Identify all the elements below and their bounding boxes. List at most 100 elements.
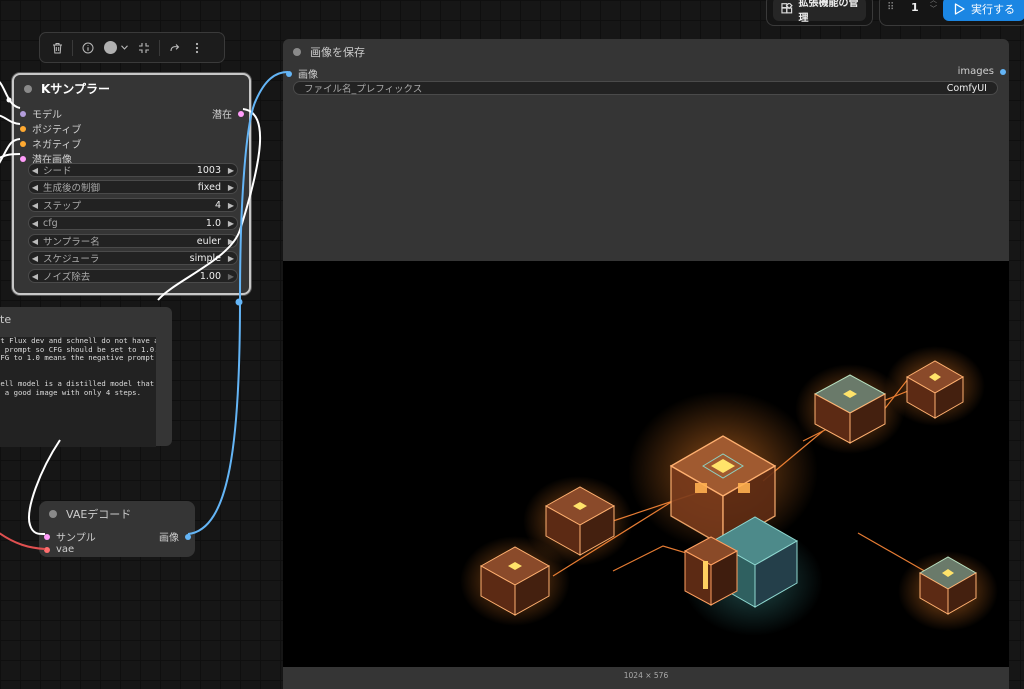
slot-label: vae [56,544,75,555]
latent-pin-icon[interactable] [44,533,50,540]
widget-value: 4 [214,199,221,211]
slot-label: 画像 [298,70,318,81]
image-pin-icon[interactable] [286,70,292,77]
note-title: te [0,313,12,326]
widget-sampler-name[interactable]: ◀ サンプラー名 euler ▶ [28,234,238,248]
note-node[interactable]: te at Flux dev and schnell do not have a… [0,307,172,447]
extensions-manager-label: 拡張機能の管理 [798,0,859,24]
widget-label: サンプラー名 [43,237,100,248]
decrement-arrow-icon[interactable]: ◀ [29,272,41,281]
chevron-down-icon[interactable]: ﹀ [930,5,940,14]
save-image-node[interactable]: 画像を保存 画像 images ファイル名_プレフィックス ComfyUI 10… [283,39,1009,689]
output-slot-images[interactable]: images [958,66,1006,77]
node-title-bar[interactable]: 画像を保存 [283,39,1009,65]
trash-icon[interactable] [46,37,68,59]
wire-image [187,299,241,535]
widget-denoise[interactable]: ◀ ノイズ除去 1.00 ▶ [28,269,238,283]
node-title-bar[interactable]: VAEデコード [39,501,195,527]
widget-label: ノイズ除去 [43,272,91,283]
widget-control-after-generate[interactable]: ◀ 生成後の制御 fixed ▶ [28,180,238,194]
increment-arrow-icon[interactable]: ▶ [225,166,237,175]
decrement-arrow-icon[interactable]: ◀ [29,183,41,192]
model-pin-icon[interactable] [20,110,26,117]
info-icon[interactable] [77,37,99,59]
drag-handle-icon[interactable]: ⠿ [887,2,894,13]
input-slot-negative[interactable]: ネガティブ [20,136,81,151]
note-text[interactable]: at Flux dev and schnell do not have any … [0,337,156,447]
slot-label: ポジティブ [32,125,82,136]
collapse-dot-icon[interactable] [49,510,57,518]
image-pin-icon[interactable] [1000,68,1006,75]
input-slot-model[interactable]: モデル [20,106,62,121]
slot-label: サンプル [56,533,96,544]
input-slot-samples[interactable]: サンプル [44,529,96,544]
widget-label: スケジューラ [43,254,100,265]
slot-label: 画像 [159,533,179,544]
widget-value: simple [189,252,221,264]
selection-toolbar [39,32,225,63]
conditioning-pin-icon[interactable] [20,125,26,132]
cube-pillar [683,536,739,606]
widget-steps[interactable]: ◀ ステップ 4 ▶ [28,198,238,212]
widget-label: ファイル名_プレフィックス [304,84,423,95]
decrement-arrow-icon[interactable]: ◀ [29,201,41,210]
widget-cfg[interactable]: ◀ cfg 1.0 ▶ [28,216,238,230]
output-slot-latent[interactable]: 潜在 [212,106,244,121]
input-slot-positive[interactable]: ポジティブ [20,121,81,136]
widget-label: 生成後の制御 [43,183,101,194]
latent-pin-icon[interactable] [238,110,244,117]
queue-count-input[interactable]: 1 [911,1,919,14]
queue-stepper[interactable]: ︿ ﹀ [930,0,940,14]
widget-label: ステップ [43,201,82,212]
output-slot-image[interactable]: 画像 [159,529,191,544]
latent-pin-icon[interactable] [20,155,26,162]
increment-arrow-icon[interactable]: ▶ [225,201,237,210]
widget-value: 1003 [196,164,221,176]
increment-arrow-icon[interactable]: ▶ [225,254,237,263]
decrement-arrow-icon[interactable]: ◀ [29,237,41,246]
input-slot-vae[interactable]: vae [44,544,74,555]
image-preview[interactable] [283,261,1009,667]
slot-label: ネガティブ [32,140,82,151]
run-button[interactable]: 実行する [943,0,1024,21]
widget-label: cfg [43,217,58,229]
slot-label: 潜在 [212,110,232,121]
queue-controls: ⠿ 1 ︿ ﹀ 実行する [879,0,1024,26]
node-title-bar[interactable]: Kサンプラー [14,75,249,102]
redo-icon[interactable] [164,37,186,59]
ksampler-node[interactable]: Kサンプラー モデル ポジティブ ネガティブ 潜在画像 潜在 ◀ シード 100… [12,73,251,295]
decrement-arrow-icon[interactable]: ◀ [29,166,41,175]
vae-decode-node[interactable]: VAEデコード サンプル vae 画像 [39,501,195,557]
image-pin-icon[interactable] [185,533,191,540]
extensions-manager-button[interactable]: 拡張機能の管理 [773,0,866,24]
widget-value: 1.00 [199,270,221,282]
more-icon[interactable] [186,37,208,59]
collapse-dot-icon[interactable] [293,48,301,56]
widget-label: シード [43,166,72,177]
increment-arrow-icon[interactable]: ▶ [225,219,237,228]
color-icon [104,41,117,54]
play-icon [954,3,965,15]
collapse-dot-icon[interactable] [24,84,32,93]
reroute-dot [235,298,243,306]
input-slot-images[interactable]: 画像 [286,66,318,81]
widget-scheduler[interactable]: ◀ スケジューラ simple ▶ [28,251,238,265]
widget-value: fixed [197,181,221,193]
filename-prefix-input[interactable]: ファイル名_プレフィックス ComfyUI [293,81,998,95]
widget-seed[interactable]: ◀ シード 1003 ▶ [28,163,238,177]
widget-value: ComfyUI [946,82,987,94]
decrement-arrow-icon[interactable]: ◀ [29,254,41,263]
color-picker-button[interactable] [99,37,133,59]
node-title: Kサンプラー [41,82,110,96]
increment-arrow-icon[interactable]: ▶ [225,183,237,192]
increment-arrow-icon[interactable]: ▶ [225,272,237,281]
fit-icon[interactable] [133,37,155,59]
decrement-arrow-icon[interactable]: ◀ [29,219,41,228]
run-label: 実行する [971,3,1015,16]
slot-label: モデル [32,110,62,121]
conditioning-pin-icon[interactable] [20,140,26,147]
increment-arrow-icon[interactable]: ▶ [225,237,237,246]
toolbar-divider [159,39,160,56]
vae-pin-icon[interactable] [44,546,50,553]
reroute-dot [6,97,12,103]
